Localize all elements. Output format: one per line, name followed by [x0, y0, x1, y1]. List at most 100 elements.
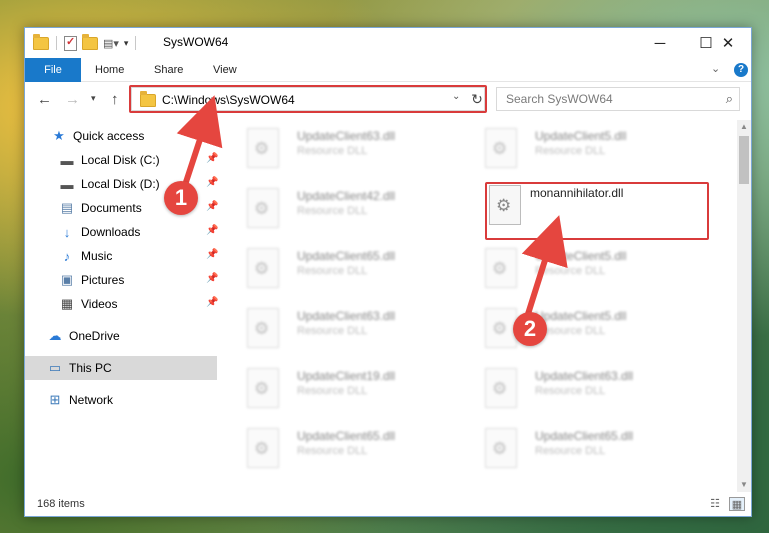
- dll-file-icon: [247, 428, 279, 468]
- file-item[interactable]: UpdateClient5.dll Resource DLL: [463, 242, 691, 298]
- title-bar: ▤▾ ▾ SysWOW64 ─ ☐ ✕: [25, 28, 751, 58]
- toolbar-divider: [56, 36, 57, 50]
- sidebar-item-quick-access[interactable]: ★ Quick access: [25, 124, 217, 148]
- arrow-right-icon: →: [65, 91, 80, 108]
- status-bar: 168 items ☷ ▦: [25, 493, 751, 516]
- large-icons-view-button[interactable]: ▦: [729, 497, 745, 511]
- arrow-up-icon: ↑: [111, 91, 119, 108]
- pin-icon[interactable]: 📌: [206, 177, 218, 188]
- file-item[interactable]: UpdateClient19.dll Resource DLL: [225, 362, 453, 418]
- arrow-left-icon: ←: [37, 91, 52, 108]
- file-item[interactable]: UpdateClient42.dll Resource DLL: [225, 182, 453, 238]
- file-item[interactable]: UpdateClient65.dll Resource DLL: [225, 242, 453, 298]
- tab-home[interactable]: Home: [95, 58, 124, 82]
- step-2-badge: 2: [513, 312, 547, 346]
- dll-file-icon: [485, 248, 517, 288]
- sidebar-item-label: Pictures: [81, 273, 125, 287]
- vertical-scrollbar[interactable]: ▲ ▼: [737, 120, 751, 492]
- file-item[interactable]: UpdateClient63.dll Resource DLL: [225, 122, 453, 178]
- pin-icon[interactable]: 📌: [206, 297, 218, 308]
- tab-file[interactable]: File: [25, 58, 81, 82]
- navigation-bar: ← → ▾ ↑ C:\Windows\SysWOW64 ⌄ ↻ ⌕: [25, 83, 751, 117]
- toolbar-divider: [135, 36, 137, 50]
- dll-file-icon: [247, 248, 279, 288]
- dll-file-icon: [247, 368, 279, 408]
- file-type: Resource DLL: [535, 265, 606, 277]
- file-name: UpdateClient65.dll: [535, 429, 634, 443]
- minimize-button[interactable]: ─: [637, 28, 683, 58]
- file-name: UpdateClient63.dll: [297, 129, 396, 143]
- file-type: Resource DLL: [297, 265, 368, 277]
- dll-file-icon: [485, 428, 517, 468]
- tab-share[interactable]: Share: [154, 58, 183, 82]
- file-name: UpdateClient65.dll: [297, 429, 396, 443]
- file-name: UpdateClient63.dll: [297, 309, 396, 323]
- pin-icon[interactable]: 📌: [206, 201, 218, 212]
- file-item[interactable]: UpdateClient5.dll Resource DLL: [463, 122, 691, 178]
- videos-icon: ▦: [60, 296, 74, 311]
- help-icon[interactable]: ?: [734, 63, 748, 77]
- sidebar-item-downloads[interactable]: ↓ Downloads 📌: [25, 220, 219, 244]
- file-item[interactable]: UpdateClient63.dll Resource DLL: [225, 302, 453, 358]
- recent-locations-button[interactable]: ▾: [91, 93, 96, 104]
- sidebar-item-label: Local Disk (D:): [81, 177, 160, 191]
- new-folder-icon[interactable]: [82, 33, 98, 50]
- search-box[interactable]: ⌕: [496, 87, 740, 111]
- sidebar-item-label: OneDrive: [69, 329, 120, 343]
- close-button[interactable]: ✕: [705, 28, 751, 58]
- sidebar-item-label: Music: [81, 249, 113, 263]
- drive-icon: ▬: [60, 152, 74, 168]
- pin-icon[interactable]: 📌: [206, 273, 218, 284]
- properties-icon[interactable]: [64, 35, 77, 51]
- sidebar-item-network[interactable]: ⊞ Network: [25, 388, 217, 412]
- scroll-up-icon[interactable]: ▲: [737, 120, 751, 134]
- details-view-button[interactable]: ☷: [707, 497, 723, 511]
- details-view-icon: ☷: [710, 498, 720, 510]
- pictures-icon: ▣: [60, 272, 74, 287]
- quick-access-toolbar: ▤▾ ▾: [33, 33, 138, 52]
- back-button[interactable]: ←: [37, 91, 52, 108]
- file-item[interactable]: UpdateClient65.dll Resource DLL: [463, 422, 691, 478]
- file-item[interactable]: UpdateClient63.dll Resource DLL: [463, 362, 691, 418]
- file-type: Resource DLL: [297, 445, 368, 457]
- download-icon: ↓: [63, 224, 71, 240]
- file-highlight-box: [485, 182, 709, 240]
- sidebar-item-label: Videos: [81, 297, 118, 311]
- toolbar-dropdown-icon[interactable]: ▾: [124, 38, 129, 49]
- file-item[interactable]: UpdateClient65.dll Resource DLL: [225, 422, 453, 478]
- file-type: Resource DLL: [535, 385, 606, 397]
- search-input[interactable]: [497, 88, 707, 110]
- file-name: UpdateClient65.dll: [297, 249, 396, 263]
- sidebar-item-local-disk-c[interactable]: ▬ Local Disk (C:) 📌: [25, 148, 219, 172]
- tab-view[interactable]: View: [213, 58, 237, 82]
- sidebar-item-label: Downloads: [81, 225, 141, 239]
- dll-file-icon: [247, 188, 279, 228]
- pin-icon[interactable]: 📌: [206, 249, 218, 260]
- sidebar-item-label: Local Disk (C:): [81, 153, 160, 167]
- navigation-pane: ★ Quick access ▬ Local Disk (C:) 📌 ▬ Loc…: [25, 120, 220, 490]
- sidebar-item-music[interactable]: ♪ Music 📌: [25, 244, 219, 268]
- forward-button[interactable]: →: [65, 91, 80, 108]
- up-button[interactable]: ↑: [111, 91, 119, 108]
- file-type: Resource DLL: [297, 385, 368, 397]
- step-1-badge: 1: [164, 181, 198, 215]
- pin-icon[interactable]: 📌: [206, 225, 218, 236]
- search-icon[interactable]: ⌕: [726, 91, 733, 107]
- close-icon: ✕: [721, 35, 735, 52]
- sidebar-item-this-pc[interactable]: ▭ This PC: [25, 356, 217, 380]
- scroll-down-icon[interactable]: ▼: [737, 478, 751, 492]
- drive-icon: ▬: [60, 176, 74, 192]
- sidebar-item-videos[interactable]: ▦ Videos 📌: [25, 292, 219, 316]
- file-item[interactable]: UpdateClient5.dll Resource DLL: [463, 302, 691, 358]
- expand-ribbon-icon[interactable]: ⌄: [711, 62, 720, 75]
- scroll-thumb[interactable]: [739, 136, 749, 184]
- sidebar-item-pictures[interactable]: ▣ Pictures 📌: [25, 268, 219, 292]
- file-name: UpdateClient5.dll: [535, 249, 627, 263]
- sidebar-item-onedrive[interactable]: ☁ OneDrive: [25, 324, 217, 348]
- file-name: UpdateClient5.dll: [535, 129, 627, 143]
- file-type: Resource DLL: [535, 145, 606, 157]
- pin-icon[interactable]: 📌: [206, 153, 218, 164]
- sidebar-item-label: Network: [69, 393, 114, 407]
- computer-icon: ▭: [48, 360, 62, 375]
- customize-toolbar-icon[interactable]: ▤▾: [103, 37, 119, 50]
